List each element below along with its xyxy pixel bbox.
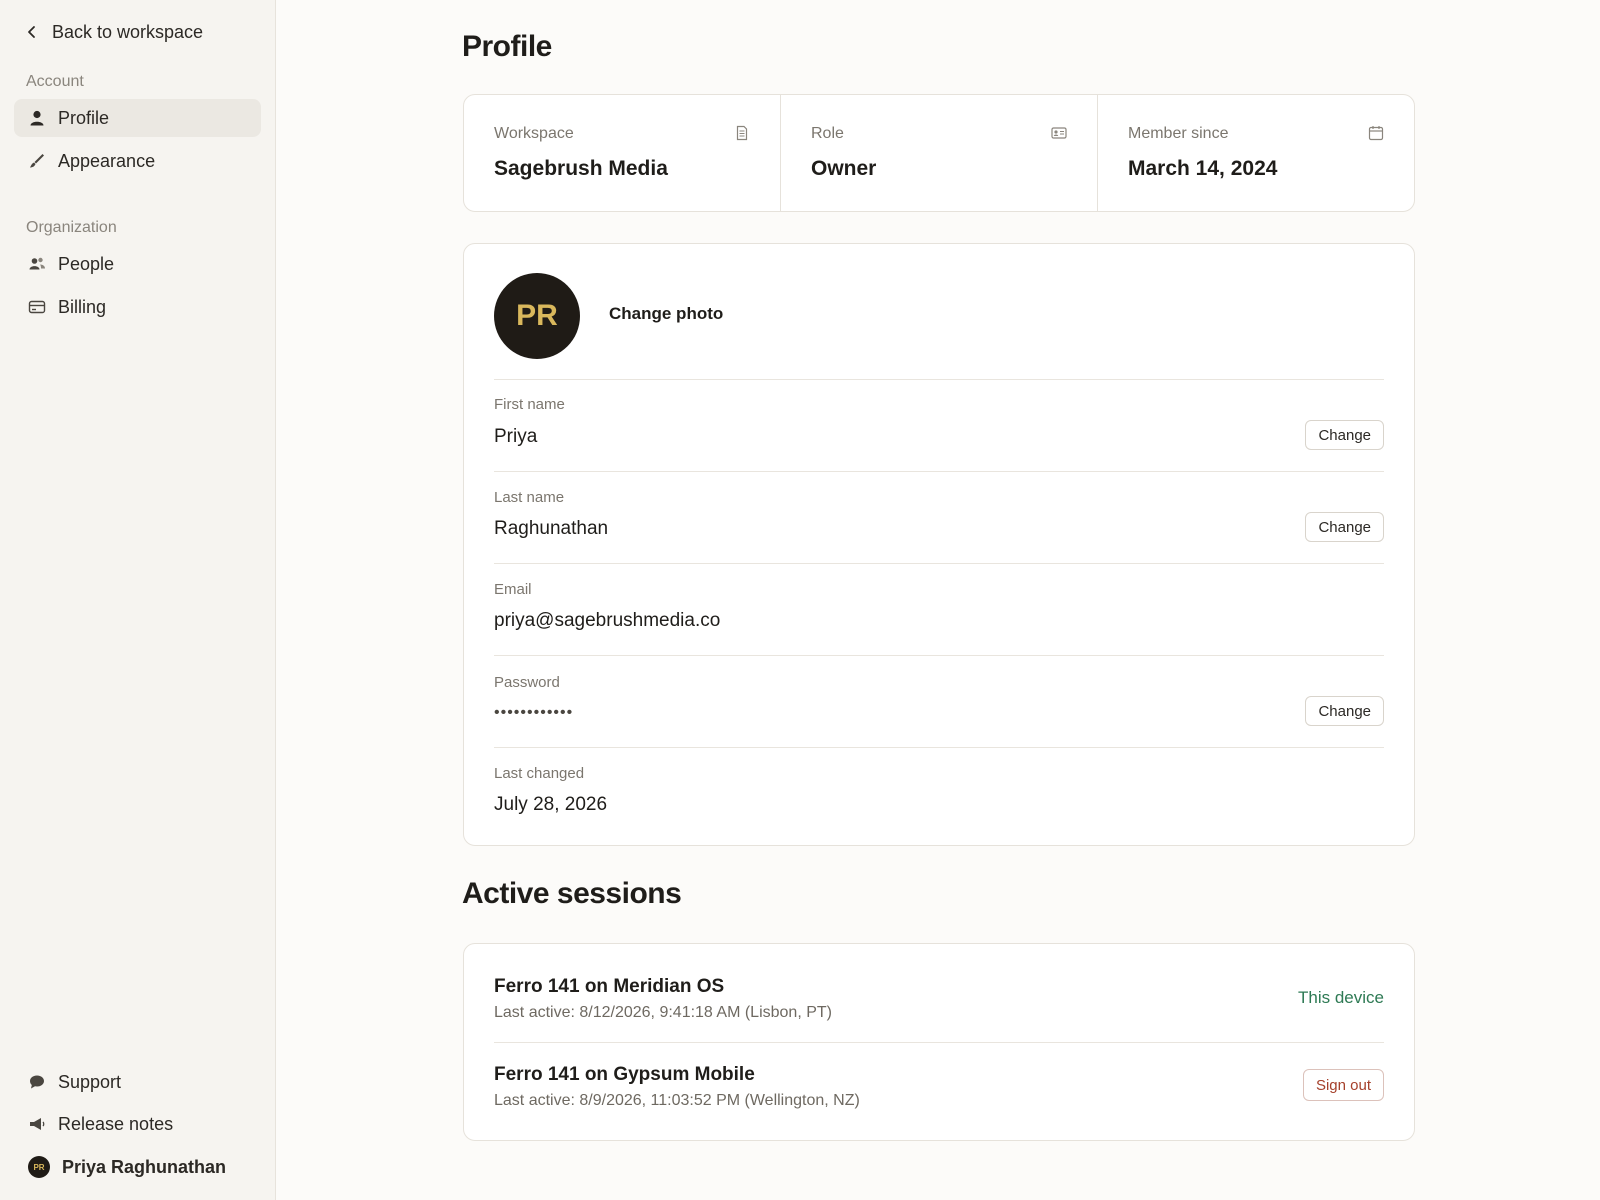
this-device-badge: This device: [1298, 988, 1384, 1007]
id-card-icon: [1051, 127, 1067, 139]
divider: [494, 471, 1384, 472]
credit-card-icon: [28, 300, 46, 314]
stat-workspace: Workspace Sagebrush Media: [464, 95, 781, 211]
first-name-value: Priya: [494, 426, 538, 447]
account-summary-card: Workspace Sagebrush Media Role Owner Mem…: [463, 94, 1415, 212]
sidebar-item-label: Support: [58, 1071, 122, 1092]
email-value: priya@sagebrushmedia.co: [494, 610, 721, 631]
back-to-workspace-link[interactable]: Back to workspace: [26, 20, 203, 44]
stat-value: Owner: [811, 157, 877, 180]
last-changed-value: July 28, 2026: [494, 794, 608, 815]
sidebar-item-support[interactable]: Support: [14, 1063, 261, 1101]
stat-value: March 14, 2024: [1128, 157, 1278, 180]
sidebar-item-appearance[interactable]: Appearance: [14, 142, 261, 180]
sidebar-item-label: Billing: [58, 296, 107, 317]
avatar: PR: [28, 1156, 50, 1178]
sidebar-item-label: Profile: [58, 107, 110, 128]
megaphone-icon: [30, 1118, 45, 1130]
stat-label: Member since: [1128, 125, 1229, 142]
calendar-icon: [1368, 126, 1384, 141]
avatar: PR: [494, 273, 580, 359]
sidebar-item-profile[interactable]: Profile: [14, 99, 261, 137]
password-label: Password: [494, 674, 560, 691]
last-name-value: Raghunathan: [494, 518, 609, 539]
last-name-label: Last name: [494, 489, 565, 506]
divider: [494, 563, 1384, 564]
sidebar-item-label: Release notes: [58, 1113, 174, 1134]
stat-label: Role: [811, 125, 844, 142]
change-last-name-button[interactable]: Change: [1305, 512, 1384, 542]
back-link-label: Back to workspace: [52, 21, 204, 42]
sidebar-item-label: People: [58, 253, 115, 274]
sidebar: Back to workspace Account Profile Appear…: [0, 0, 276, 1200]
password-value: ••••••••••••: [494, 704, 574, 721]
sidebar-item-label: Appearance: [58, 150, 156, 171]
last-changed-label: Last changed: [494, 765, 585, 782]
sidebar-item-release-notes[interactable]: Release notes: [14, 1105, 261, 1143]
change-password-button[interactable]: Change: [1305, 696, 1384, 726]
email-label: Email: [494, 581, 532, 598]
stat-member-since: Member since March 14, 2024: [1098, 95, 1414, 211]
people-icon: [29, 257, 45, 270]
sidebar-user-menu[interactable]: PR Priya Raghunathan: [14, 1148, 261, 1186]
page-title: Profile: [462, 30, 552, 63]
divider: [494, 1042, 1384, 1043]
session-name: Ferro 141 on Gypsum Mobile: [494, 1064, 755, 1085]
change-photo-button[interactable]: Change photo: [609, 304, 723, 324]
session-meta: Last active: 8/9/2026, 11:03:52 PM (Well…: [494, 1092, 860, 1109]
chat-bubble-icon: [30, 1075, 44, 1089]
sidebar-item-billing[interactable]: Billing: [14, 288, 261, 326]
group-label-organization: Organization: [26, 219, 117, 236]
document-icon: [736, 125, 748, 141]
user-icon: [30, 110, 44, 126]
user-name: Priya Raghunathan: [62, 1156, 227, 1177]
divider: [494, 379, 1384, 380]
stat-value: Sagebrush Media: [494, 157, 668, 180]
chevron-left-icon: [28, 26, 35, 38]
sign-out-button[interactable]: Sign out: [1302, 1069, 1384, 1101]
session-meta: Last active: 8/12/2026, 9:41:18 AM (Lisb…: [494, 1004, 832, 1021]
stat-role: Role Owner: [781, 95, 1098, 211]
change-first-name-button[interactable]: Change: [1305, 420, 1384, 450]
brush-icon: [30, 154, 44, 168]
sessions-title: Active sessions: [462, 877, 682, 910]
sessions-card: Ferro 141 on Meridian OS Last active: 8/…: [463, 943, 1415, 1141]
session-name: Ferro 141 on Meridian OS: [494, 976, 725, 997]
first-name-label: First name: [494, 396, 565, 413]
sidebar-item-people[interactable]: People: [14, 245, 261, 283]
group-label-account: Account: [26, 73, 84, 90]
stat-label: Workspace: [494, 125, 574, 142]
profile-card: PR Change photo First name Priya Change …: [463, 243, 1415, 846]
divider: [494, 747, 1384, 748]
divider: [494, 655, 1384, 656]
